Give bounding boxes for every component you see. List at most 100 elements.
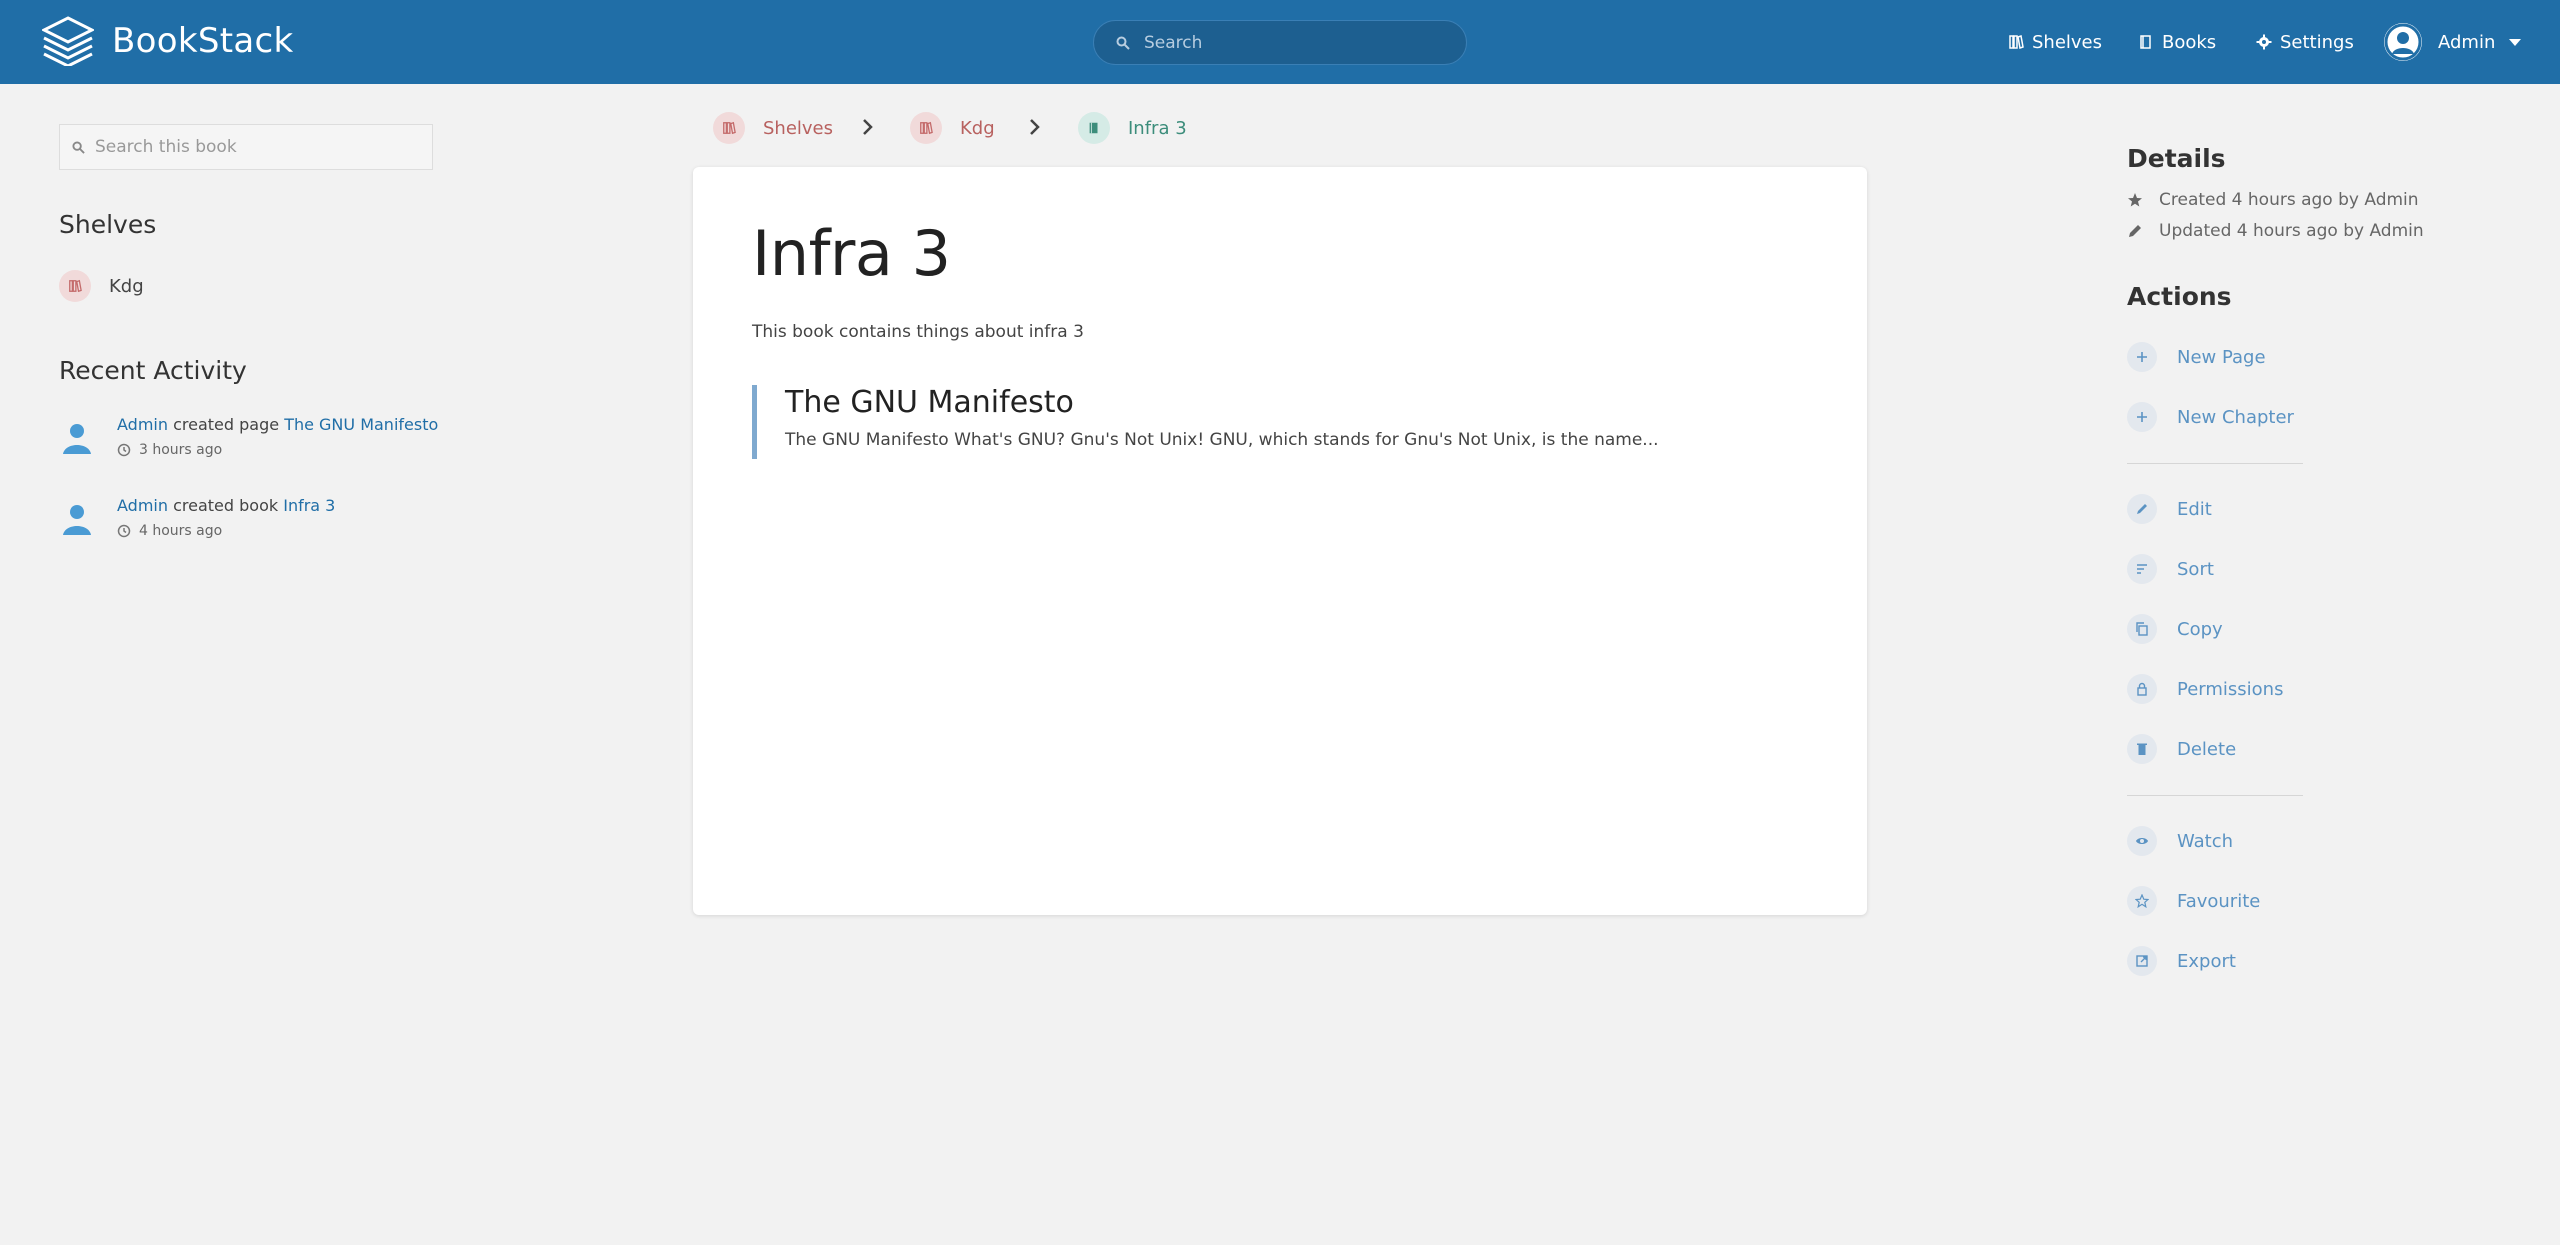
activity-time: 3 hours ago bbox=[139, 442, 223, 458]
sort-icon bbox=[2137, 564, 2147, 574]
book-content-card: Infra 3 This book contains things about … bbox=[693, 167, 1867, 915]
user-name: Admin bbox=[2438, 31, 2496, 53]
new-chapter-label: New Chapter bbox=[2177, 406, 2294, 428]
updated-info: Updated 4 hours ago by Admin bbox=[2127, 221, 2424, 241]
book-icon bbox=[2140, 35, 2151, 49]
breadcrumb-book[interactable]: Infra 3 bbox=[1078, 112, 1187, 144]
activity-target-link[interactable]: The GNU Manifesto bbox=[284, 415, 438, 434]
plus-icon bbox=[2137, 412, 2147, 422]
activity-target-link[interactable]: Infra 3 bbox=[283, 496, 335, 515]
top-header: BookStack Shelves Books Se bbox=[0, 0, 2560, 84]
eye-icon bbox=[2136, 838, 2148, 844]
sort-label: Sort bbox=[2177, 558, 2214, 580]
breadcrumb-label: Infra 3 bbox=[1128, 117, 1187, 139]
chevron-right-icon bbox=[863, 119, 873, 135]
nav-shelves[interactable]: Shelves bbox=[2008, 0, 2102, 84]
activity-time: 4 hours ago bbox=[139, 523, 223, 539]
page-list-item[interactable]: The GNU Manifesto The GNU Manifesto What… bbox=[752, 385, 1659, 459]
nav-books[interactable]: Books bbox=[2138, 0, 2216, 84]
app-name: BookStack bbox=[112, 21, 294, 61]
new-page-label: New Page bbox=[2177, 346, 2266, 368]
chevron-right-icon bbox=[1030, 119, 1040, 135]
breadcrumb-shelves[interactable]: Shelves bbox=[713, 112, 833, 144]
clock-icon bbox=[117, 524, 131, 538]
shelves-icon bbox=[713, 112, 745, 144]
pencil-icon bbox=[2137, 504, 2147, 514]
copy-icon bbox=[2136, 622, 2148, 636]
chevron-down-icon bbox=[2509, 38, 2522, 46]
created-info: Created 4 hours ago by Admin bbox=[2127, 190, 2419, 210]
activity-action: created page bbox=[173, 415, 280, 434]
export-icon bbox=[2136, 955, 2148, 967]
copy-button[interactable]: Copy bbox=[2127, 614, 2223, 644]
page-title: The GNU Manifesto bbox=[785, 385, 1074, 420]
breadcrumb-label: Kdg bbox=[960, 117, 995, 139]
created-text: Created 4 hours ago by Admin bbox=[2159, 190, 2419, 210]
book-search-input[interactable] bbox=[95, 137, 415, 157]
activity-item: Admin created book Infra 3 4 hours ago bbox=[59, 495, 335, 539]
favourite-button[interactable]: Favourite bbox=[2127, 886, 2260, 916]
search-icon bbox=[72, 140, 85, 154]
global-search-input[interactable] bbox=[1144, 32, 1444, 53]
breadcrumb-label: Shelves bbox=[763, 117, 834, 139]
book-search[interactable] bbox=[59, 124, 433, 170]
user-menu[interactable]: Admin bbox=[2384, 0, 2522, 84]
book-title: Infra 3 bbox=[752, 217, 951, 290]
nav-shelves-label: Shelves bbox=[2032, 31, 2103, 53]
shelf-icon bbox=[59, 270, 91, 302]
shelf-label: Kdg bbox=[109, 275, 144, 297]
book-description: This book contains things about infra 3 bbox=[752, 322, 1084, 342]
plus-icon bbox=[2137, 352, 2147, 362]
page-excerpt: The GNU Manifesto What's GNU? Gnu's Not … bbox=[785, 430, 1659, 450]
user-icon bbox=[63, 424, 91, 454]
activity-user-link[interactable]: Admin bbox=[117, 415, 168, 434]
pencil-icon bbox=[2129, 225, 2141, 237]
recent-activity-heading: Recent Activity bbox=[59, 356, 247, 385]
export-button[interactable]: Export bbox=[2127, 946, 2236, 976]
edit-label: Edit bbox=[2177, 498, 2212, 520]
lock-icon bbox=[2137, 682, 2147, 696]
permissions-button[interactable]: Permissions bbox=[2127, 674, 2283, 704]
favourite-label: Favourite bbox=[2177, 890, 2261, 912]
permissions-label: Permissions bbox=[2177, 678, 2284, 700]
shelves-icon bbox=[2009, 35, 2024, 49]
user-icon bbox=[63, 505, 91, 535]
delete-label: Delete bbox=[2177, 738, 2237, 760]
star-icon bbox=[2128, 193, 2142, 207]
activity-user-link[interactable]: Admin bbox=[117, 496, 168, 515]
sort-button[interactable]: Sort bbox=[2127, 554, 2214, 584]
activity-action: created book bbox=[173, 496, 279, 515]
gear-icon bbox=[2256, 34, 2272, 50]
trash-icon bbox=[2137, 743, 2147, 755]
activity-item: Admin created page The GNU Manifesto 3 h… bbox=[59, 414, 438, 458]
nav-settings[interactable]: Settings bbox=[2256, 0, 2354, 84]
user-avatar-icon bbox=[2384, 23, 2422, 61]
avatar bbox=[2384, 23, 2422, 61]
updated-text: Updated 4 hours ago by Admin bbox=[2159, 221, 2424, 241]
delete-button[interactable]: Delete bbox=[2127, 734, 2236, 764]
watch-button[interactable]: Watch bbox=[2127, 826, 2233, 856]
nav-settings-label: Settings bbox=[2280, 31, 2354, 53]
bookstack-logo-icon bbox=[42, 16, 94, 66]
new-page-button[interactable]: New Page bbox=[2127, 342, 2266, 372]
search-icon bbox=[1116, 36, 1130, 50]
star-icon bbox=[2135, 894, 2149, 908]
details-heading: Details bbox=[2127, 144, 2226, 173]
actions-heading: Actions bbox=[2127, 282, 2232, 311]
shelf-link-kdg[interactable]: Kdg bbox=[59, 270, 144, 302]
shelf-icon bbox=[910, 112, 942, 144]
app-logo[interactable]: BookStack bbox=[42, 16, 293, 66]
breadcrumb-kdg[interactable]: Kdg bbox=[910, 112, 995, 144]
copy-label: Copy bbox=[2177, 618, 2223, 640]
clock-icon bbox=[117, 443, 131, 457]
divider bbox=[2127, 795, 2303, 796]
edit-button[interactable]: Edit bbox=[2127, 494, 2212, 524]
watch-label: Watch bbox=[2177, 830, 2234, 852]
global-search[interactable] bbox=[1093, 20, 1467, 65]
export-label: Export bbox=[2177, 950, 2236, 972]
divider bbox=[2127, 463, 2303, 464]
nav-books-label: Books bbox=[2162, 31, 2217, 53]
new-chapter-button[interactable]: New Chapter bbox=[2127, 402, 2294, 432]
shelves-heading: Shelves bbox=[59, 210, 157, 239]
book-icon bbox=[1078, 112, 1110, 144]
